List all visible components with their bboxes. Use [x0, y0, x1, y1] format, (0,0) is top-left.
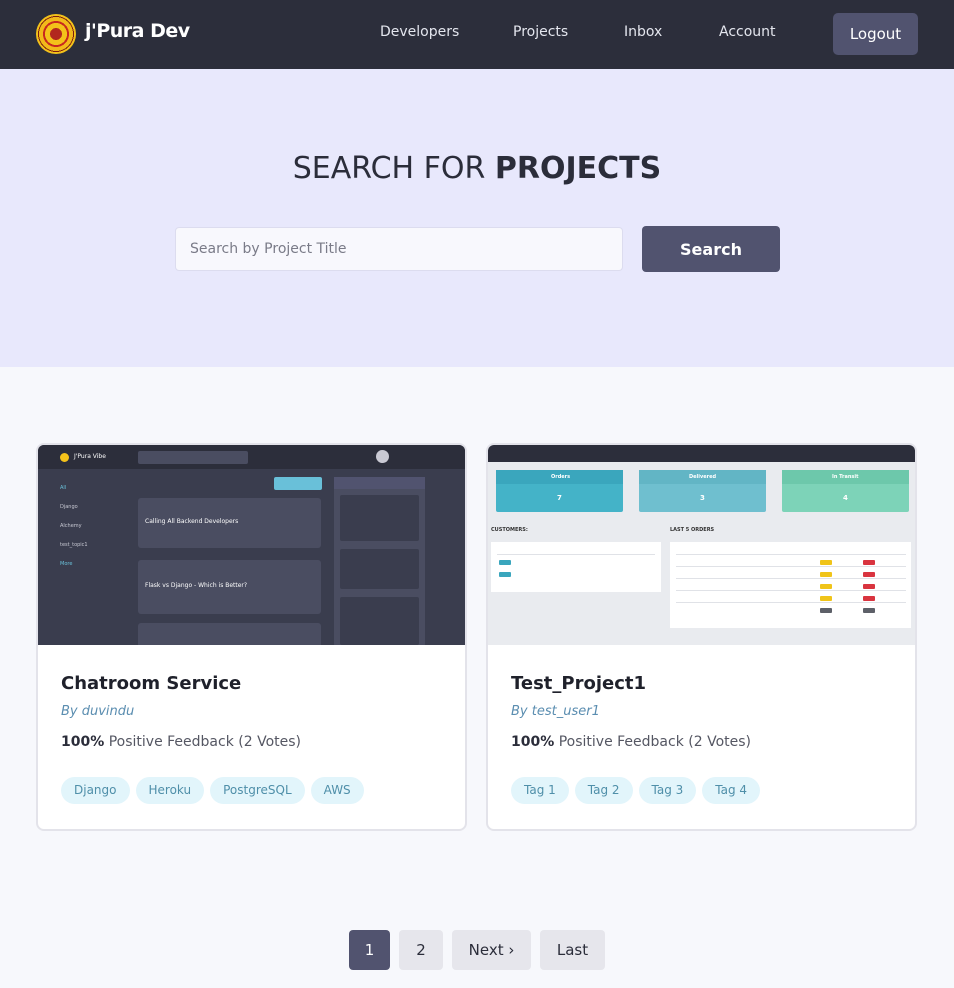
tag-badge: Tag 4: [702, 777, 761, 804]
thumb-avatar: [376, 450, 389, 463]
thumb-navbar: [488, 445, 915, 462]
project-author[interactable]: By duvindu: [61, 704, 134, 719]
tag-badge: Tag 3: [638, 777, 697, 804]
feedback-text: Positive Feedback (2 Votes): [554, 734, 751, 750]
nav-projects[interactable]: Projects: [513, 24, 568, 40]
thumb-customers-label: CUSTOMERS:: [491, 527, 528, 533]
thumb-topic: All: [60, 485, 67, 491]
logout-button[interactable]: Logout: [833, 13, 918, 55]
search-button[interactable]: Search: [642, 226, 780, 272]
thumb-stat-value: 4: [843, 494, 848, 502]
tag-badge: AWS: [310, 777, 364, 804]
thumb-room: Calling All Backend Developers: [138, 498, 321, 548]
thumb-activity: [340, 495, 419, 541]
thumb-topic: Alchemy: [60, 523, 82, 529]
thumb-customers-table: [491, 542, 661, 592]
thumb-room-title: Flask vs Django - Which is Better?: [145, 582, 248, 589]
thumb-activity-header: [334, 477, 425, 489]
thumb-room-title: Calling All Backend Developers: [145, 518, 239, 525]
project-thumbnail[interactable]: J'Pura Vibe All Django Alchemy test_topi…: [38, 445, 465, 645]
project-card[interactable]: Orders 7 Delivered 3 In Transit 4 CUSTOM…: [486, 443, 917, 831]
project-title[interactable]: Test_Project1: [511, 673, 646, 694]
page-2-button[interactable]: 2: [399, 930, 443, 970]
thumb-logo-icon: [60, 453, 69, 462]
project-thumbnail[interactable]: Orders 7 Delivered 3 In Transit 4 CUSTOM…: [488, 445, 915, 645]
tag-badge: PostgreSQL: [210, 777, 305, 804]
university-logo-icon[interactable]: [36, 14, 76, 54]
search-hero: SEARCH FOR PROJECTS Search: [0, 69, 954, 367]
project-tags: Django Heroku PostgreSQL AWS: [61, 777, 364, 804]
nav-inbox[interactable]: Inbox: [624, 24, 662, 40]
tag-badge: Heroku: [135, 777, 205, 804]
thumb-stat-orders: Orders 7: [496, 470, 623, 512]
feedback-percent: 100%: [511, 734, 555, 750]
feedback-percent: 100%: [61, 734, 105, 750]
thumb-orders-label: LAST 5 ORDERS: [670, 527, 715, 533]
thumb-search-box: [138, 451, 248, 464]
thumb-stat-transit: In Transit 4: [782, 470, 909, 512]
project-tags: Tag 1 Tag 2 Tag 3 Tag 4: [511, 777, 761, 804]
thumb-stat-delivered: Delivered 3: [639, 470, 766, 512]
title-prefix: SEARCH FOR: [292, 151, 495, 186]
page-1-button[interactable]: 1: [349, 930, 390, 970]
page-title: SEARCH FOR PROJECTS: [0, 151, 954, 186]
thumb-room: [138, 623, 321, 645]
title-bold: PROJECTS: [494, 151, 662, 186]
thumb-topics: All Django Alchemy test_topic1 More: [60, 485, 88, 580]
tag-badge: Tag 2: [574, 777, 633, 804]
thumb-stat-label: Orders: [551, 474, 571, 480]
tag-badge: Django: [61, 777, 130, 804]
feedback-text: Positive Feedback (2 Votes): [104, 734, 301, 750]
thumb-room: Flask vs Django - Which is Better?: [138, 560, 321, 614]
thumb-topic: Django: [60, 504, 78, 510]
thumb-stat-label: Delivered: [689, 474, 717, 480]
thumb-topic: test_topic1: [60, 542, 88, 548]
thumb-activity: [340, 597, 419, 645]
next-page-button[interactable]: Next ›: [452, 930, 531, 970]
thumb-create-button: [274, 477, 322, 490]
thumb-stat-value: 7: [557, 494, 562, 502]
project-author[interactable]: By test_user1: [511, 704, 600, 719]
tag-badge: Tag 1: [511, 777, 569, 804]
thumb-topic: More: [60, 561, 73, 567]
thumb-stat-value: 3: [700, 494, 705, 502]
thumb-brand: J'Pura Vibe: [74, 453, 106, 460]
top-navbar: j'Pura Dev Developers Projects Inbox Acc…: [0, 0, 954, 69]
nav-developers[interactable]: Developers: [380, 24, 459, 40]
thumb-activity: [340, 549, 419, 589]
last-page-button[interactable]: Last: [540, 930, 605, 970]
project-feedback: 100% Positive Feedback (2 Votes): [61, 734, 301, 750]
search-input[interactable]: [175, 227, 623, 271]
project-feedback: 100% Positive Feedback (2 Votes): [511, 734, 751, 750]
brand-name[interactable]: j'Pura Dev: [85, 20, 190, 42]
project-card[interactable]: J'Pura Vibe All Django Alchemy test_topi…: [36, 443, 467, 831]
project-title[interactable]: Chatroom Service: [61, 673, 241, 694]
nav-account[interactable]: Account: [719, 24, 776, 40]
thumb-stat-label: In Transit: [832, 474, 859, 480]
thumb-orders-table: [670, 542, 911, 628]
